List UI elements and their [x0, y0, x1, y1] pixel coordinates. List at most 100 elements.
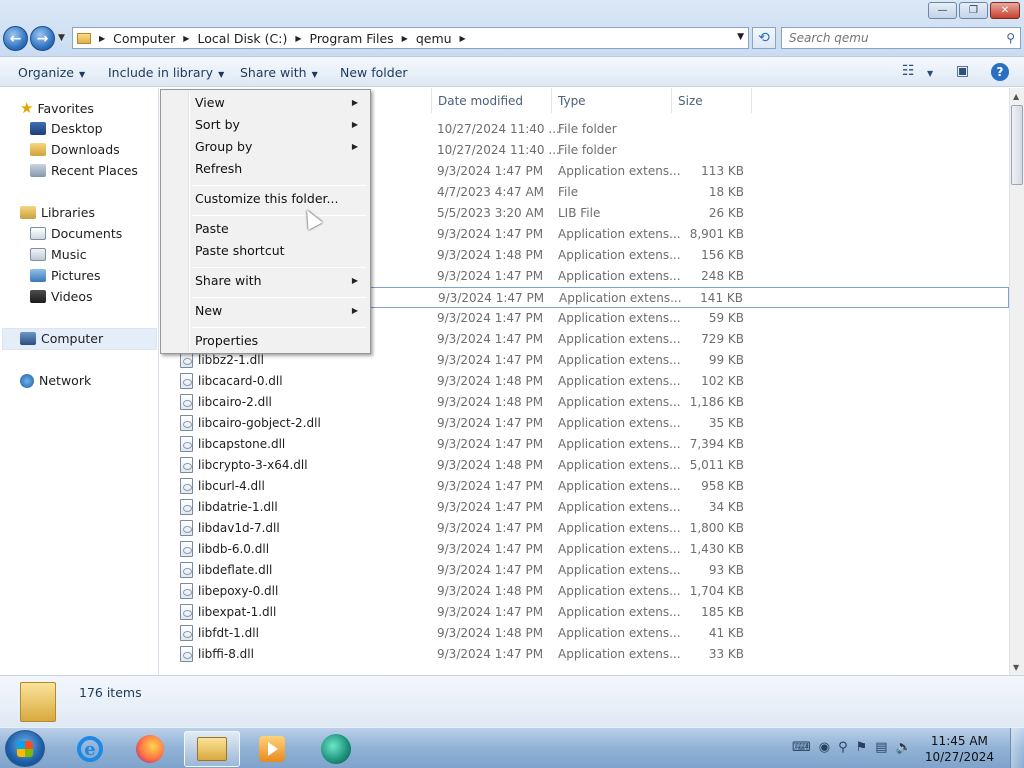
menu-item-new[interactable]: New: [195, 303, 222, 318]
table-row[interactable]: libexpat-1.dll 9/3/2024 1:47 PM Applicatio…: [160, 602, 1009, 623]
file-size: 41 KB: [708, 626, 744, 640]
preview-pane-icon[interactable]: ▣: [956, 63, 969, 79]
search-icon[interactable]: ⚲: [838, 740, 848, 755]
refresh-button[interactable]: ⟲: [752, 27, 776, 49]
forward-button[interactable]: →: [30, 26, 55, 51]
menu-item-sort-by[interactable]: Sort by: [195, 117, 240, 132]
table-row[interactable]: libdeflate.dll 9/3/2024 1:47 PM Applicatio…: [160, 560, 1009, 581]
menu-item-refresh[interactable]: Refresh: [195, 161, 242, 176]
nav-desktop[interactable]: Desktop: [30, 121, 103, 136]
help-icon[interactable]: ?: [991, 63, 1009, 81]
table-row[interactable]: libcacard-0.dll 9/3/2024 1:48 PM Applicati…: [160, 371, 1009, 392]
chevron-right-icon[interactable]: ▶: [295, 34, 301, 43]
nav-computer[interactable]: Computer: [20, 331, 103, 346]
scroll-thumb[interactable]: [1011, 105, 1023, 185]
menu-item-properties[interactable]: Properties: [195, 333, 258, 348]
nav-favorites[interactable]: ★ Favorites: [20, 99, 94, 117]
breadcrumb-computer[interactable]: Computer: [113, 31, 175, 46]
file-size: 93 KB: [708, 563, 744, 577]
scroll-down-icon[interactable]: ▼: [1013, 663, 1019, 672]
address-bar[interactable]: ▶ Computer ▶ Local Disk (C:) ▶ Program F…: [72, 27, 749, 49]
media-player-icon: [259, 736, 285, 762]
chevron-right-icon[interactable]: ▶: [402, 34, 408, 43]
recent-pages-dropdown[interactable]: ▼: [58, 33, 65, 43]
file-size: 156 KB: [701, 248, 744, 262]
maximize-button[interactable]: ❐: [959, 2, 988, 19]
view-options-icon[interactable]: ☷: [902, 63, 915, 79]
clock[interactable]: 11:45 AM 10/27/2024: [925, 733, 994, 765]
start-button[interactable]: [5, 730, 45, 767]
taskbar-explorer[interactable]: [184, 731, 240, 767]
tray-app-icon[interactable]: ◉: [819, 740, 830, 755]
keyboard-icon[interactable]: ⌨: [792, 740, 811, 755]
nav-downloads[interactable]: Downloads: [30, 142, 120, 157]
nav-pictures[interactable]: Pictures: [30, 268, 101, 283]
include-in-library-button[interactable]: Include in library ▼: [108, 65, 224, 80]
file-name: libexpat-1.dll: [198, 605, 277, 619]
nav-music[interactable]: Music: [30, 247, 87, 262]
volume-icon[interactable]: 🔈: [896, 740, 912, 755]
table-row[interactable]: libcurl-4.dll 9/3/2024 1:47 PM Application…: [160, 476, 1009, 497]
table-row[interactable]: libepoxy-0.dll 9/3/2024 1:48 PM Applicatio…: [160, 581, 1009, 602]
file-type: Application extens...: [558, 269, 681, 283]
file-date: 5/5/2023 3:20 AM: [437, 206, 545, 220]
chevron-right-icon[interactable]: ▶: [460, 34, 466, 43]
search-box[interactable]: ⚲: [781, 27, 1021, 49]
taskbar-firefox[interactable]: [122, 731, 178, 767]
table-row[interactable]: libdatrie-1.dll 9/3/2024 1:47 PM Applicati…: [160, 497, 1009, 518]
breadcrumb-local-disk[interactable]: Local Disk (C:): [197, 31, 287, 46]
search-icon[interactable]: ⚲: [1006, 31, 1015, 45]
menu-item-paste[interactable]: Paste: [195, 221, 229, 236]
show-desktop-button[interactable]: [1010, 728, 1024, 768]
organize-button[interactable]: Organize ▼: [18, 65, 85, 80]
table-row[interactable]: libcrypto-3-x64.dll 9/3/2024 1:48 PM Appli…: [160, 455, 1009, 476]
back-button[interactable]: ←: [3, 26, 28, 51]
file-name: libepoxy-0.dll: [198, 584, 279, 598]
column-divider[interactable]: [431, 88, 432, 113]
nav-libraries[interactable]: Libraries: [20, 205, 95, 220]
menu-item-view[interactable]: View: [195, 95, 225, 110]
nav-network[interactable]: Network: [20, 373, 91, 388]
vertical-scrollbar[interactable]: ▲ ▼: [1009, 88, 1024, 675]
submenu-arrow-icon: ▶: [351, 276, 358, 285]
column-type[interactable]: Type: [558, 94, 586, 108]
flag-icon[interactable]: ⚑: [856, 740, 868, 755]
close-button[interactable]: ✕: [990, 2, 1020, 19]
share-with-button[interactable]: Share with ▼: [240, 65, 318, 80]
table-row[interactable]: libdb-6.0.dll 9/3/2024 1:47 PM Application…: [160, 539, 1009, 560]
taskbar-media-player[interactable]: [244, 731, 300, 767]
file-size: 1,800 KB: [689, 521, 744, 535]
nav-recent-places[interactable]: Recent Places: [30, 163, 138, 178]
table-row[interactable]: libcairo-2.dll 9/3/2024 1:48 PM Applicatio…: [160, 392, 1009, 413]
menu-item-group-by[interactable]: Group by: [195, 139, 252, 154]
chevron-down-icon[interactable]: ▼: [927, 69, 933, 78]
taskbar-qemu[interactable]: [308, 731, 364, 767]
table-row[interactable]: libdav1d-7.dll 9/3/2024 1:47 PM Applicatio…: [160, 518, 1009, 539]
column-divider[interactable]: [671, 88, 672, 113]
menu-item-share-with[interactable]: Share with: [195, 273, 262, 288]
table-row[interactable]: libcapstone.dll 9/3/2024 1:47 PM Applicati…: [160, 434, 1009, 455]
column-size[interactable]: Size: [678, 94, 703, 108]
chevron-right-icon[interactable]: ▶: [99, 34, 105, 43]
column-date-modified[interactable]: Date modified: [438, 94, 523, 108]
menu-item-paste-shortcut[interactable]: Paste shortcut: [195, 243, 285, 258]
network-status-icon[interactable]: ▤: [875, 740, 887, 755]
search-input[interactable]: [789, 31, 989, 45]
breadcrumb-program-files[interactable]: Program Files: [310, 31, 394, 46]
chevron-down-icon[interactable]: ▼: [737, 32, 744, 42]
table-row[interactable]: libffi-8.dll 9/3/2024 1:47 PM Application …: [160, 644, 1009, 665]
new-folder-button[interactable]: New folder: [340, 65, 408, 80]
nav-videos[interactable]: Videos: [30, 289, 93, 304]
column-divider[interactable]: [551, 88, 552, 113]
column-divider[interactable]: [751, 88, 752, 113]
chevron-right-icon[interactable]: ▶: [183, 34, 189, 43]
table-row[interactable]: libfdt-1.dll 9/3/2024 1:48 PM Application …: [160, 623, 1009, 644]
nav-documents[interactable]: Documents: [30, 226, 122, 241]
table-row[interactable]: libcairo-gobject-2.dll 9/3/2024 1:47 PM Ap…: [160, 413, 1009, 434]
minimize-button[interactable]: —: [928, 2, 957, 19]
scroll-up-icon[interactable]: ▲: [1013, 92, 1019, 101]
menu-item-customize-folder[interactable]: Customize this folder...: [195, 191, 338, 206]
dll-file-icon: [180, 478, 193, 494]
taskbar-internet-explorer[interactable]: e: [62, 731, 118, 767]
breadcrumb-qemu[interactable]: qemu: [416, 31, 452, 46]
